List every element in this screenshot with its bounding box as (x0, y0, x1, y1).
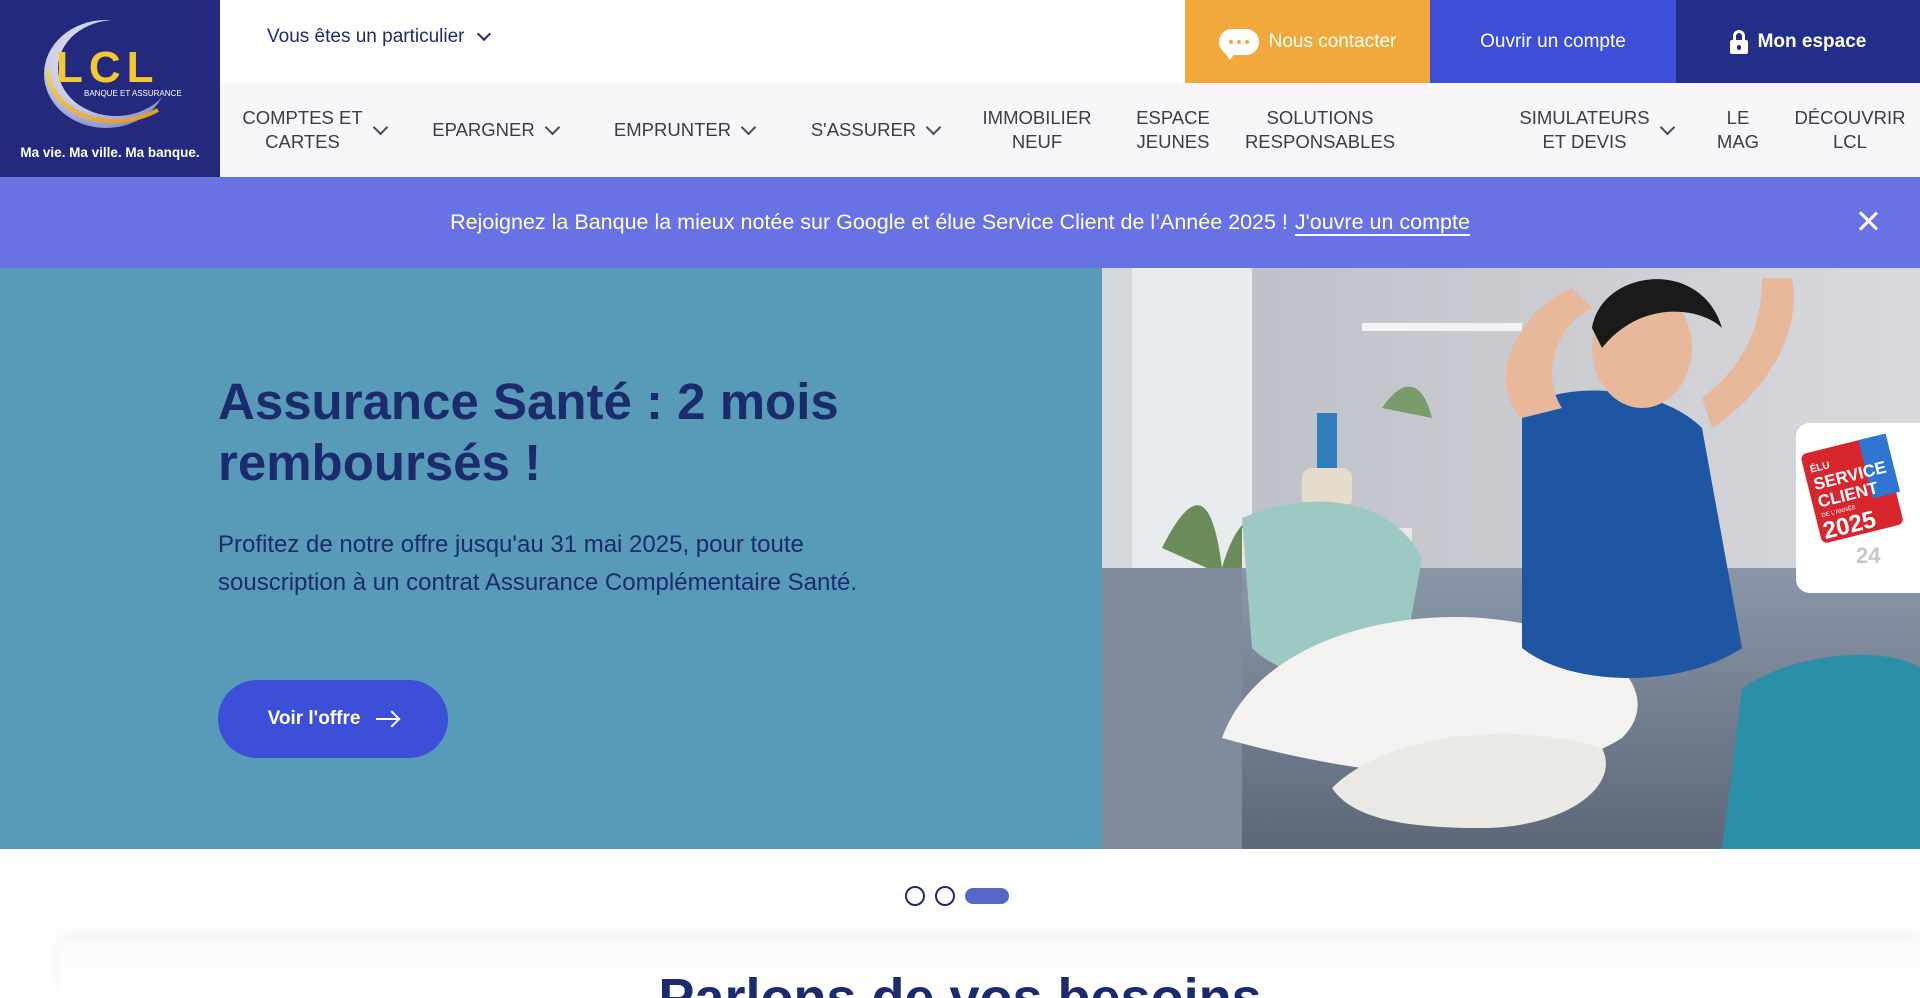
badge-previous-years: 24 (1856, 543, 1881, 568)
carousel-dot[interactable] (905, 886, 925, 906)
profile-selector[interactable]: Vous êtes un particulier (267, 26, 491, 48)
service-client-badge: ÉLU SERVICE CLIENT DE L'ANNÉE 2025 24 (1796, 423, 1920, 593)
logo-tagline: Ma vie. Ma ville. Ma banque. (20, 145, 200, 160)
nav-item-label: EMPRUNTER (613, 119, 732, 140)
top-bar: Vous êtes un particulier Nous contacter … (220, 0, 1920, 83)
lcl-logo: LCL BANQUE ET ASSURANCE (44, 20, 182, 128)
svg-text:LCL: LCL (56, 43, 160, 92)
chat-bubble-icon (1218, 28, 1259, 60)
open-account-button[interactable]: Ouvrir un compte (1430, 0, 1676, 83)
main-navigation: COMPTES ET CARTES EPARGNER EMPRUNTER S'A… (220, 83, 1920, 177)
contact-button[interactable]: Nous contacter (1185, 0, 1430, 83)
nav-item-le-mag[interactable]: LE MAG (1707, 83, 1769, 177)
lock-icon (1729, 29, 1748, 54)
nav-item-label: COMPTES ET CARTES (242, 107, 363, 152)
nav-item-label: S'ASSURER (810, 119, 917, 140)
hero-cta-button[interactable]: Voir l'offre (218, 680, 448, 758)
nav-item-label: DÉCOUVRIR LCL (1794, 107, 1906, 152)
nav-item-espace-jeunes[interactable]: ESPACE JEUNES (1116, 83, 1230, 177)
carousel-dot[interactable] (935, 886, 955, 906)
chevron-down-icon (476, 26, 491, 42)
open-account-button-label: Ouvrir un compte (1480, 30, 1626, 52)
chevron-down-icon (1659, 119, 1675, 135)
my-space-button[interactable]: Mon espace (1676, 0, 1920, 83)
hero-description: Profitez de notre offre jusqu'au 31 mai … (218, 531, 858, 596)
hero-carousel-slide: Assurance Santé : 2 mois remboursés ! Pr… (0, 268, 1920, 849)
hero-text-panel: Assurance Santé : 2 mois remboursés ! Pr… (0, 268, 1102, 849)
nav-item-label: LE MAG (1716, 107, 1760, 152)
nav-item-label: ESPACE JEUNES (1136, 107, 1210, 152)
chevron-down-icon (544, 119, 561, 135)
nav-item-emprunter[interactable]: EMPRUNTER (600, 83, 768, 177)
chevron-down-icon (372, 119, 388, 135)
nav-item-comptes-et-cartes[interactable]: COMPTES ET CARTES (234, 83, 394, 177)
profile-selector-label: Vous êtes un particulier (267, 26, 465, 47)
promo-text: Rejoignez la Banque la mieux notée sur G… (450, 210, 1288, 234)
nav-item-label: IMMOBILIER NEUF (982, 107, 1092, 152)
nav-item-decouvrir-lcl[interactable]: DÉCOUVRIR LCL (1786, 83, 1914, 177)
nav-item-sassurer[interactable]: S'ASSURER (795, 83, 955, 177)
my-space-button-label: Mon espace (1757, 30, 1867, 52)
nav-item-simulateurs-et-devis[interactable]: SIMULATEURS ET DEVIS (1500, 83, 1692, 177)
hero-cta-label: Voir l'offre (267, 708, 361, 729)
close-icon[interactable] (1856, 209, 1880, 233)
nav-item-label: EPARGNER (432, 119, 535, 140)
chevron-down-icon (740, 119, 757, 135)
nav-item-epargner[interactable]: EPARGNER (420, 83, 570, 177)
nav-item-label: SIMULATEURS ET DEVIS (1519, 107, 1650, 152)
contact-button-label: Nous contacter (1268, 30, 1397, 52)
nav-item-solutions-responsables[interactable]: SOLUTIONS RESPONSABLES (1236, 83, 1404, 177)
nav-item-label: SOLUTIONS RESPONSABLES (1244, 107, 1396, 152)
promo-banner: Rejoignez la Banque la mieux notée sur G… (0, 177, 1920, 268)
logo-block[interactable]: LCL BANQUE ET ASSURANCE Ma vie. Ma ville… (0, 0, 220, 177)
hero-title: Assurance Santé : 2 mois remboursés ! (218, 373, 839, 491)
promo-open-account-link[interactable]: J'ouvre un compte (1295, 210, 1470, 235)
arrow-right-icon (376, 717, 399, 721)
section-title: Parlons de vos besoins (658, 968, 1262, 998)
carousel-dot-active[interactable] (965, 888, 1009, 904)
svg-text:BANQUE ET ASSURANCE: BANQUE ET ASSURANCE (84, 89, 182, 98)
nav-item-immobilier-neuf[interactable]: IMMOBILIER NEUF (972, 83, 1102, 177)
chevron-down-icon (925, 119, 942, 135)
carousel-pagination (905, 886, 1009, 906)
